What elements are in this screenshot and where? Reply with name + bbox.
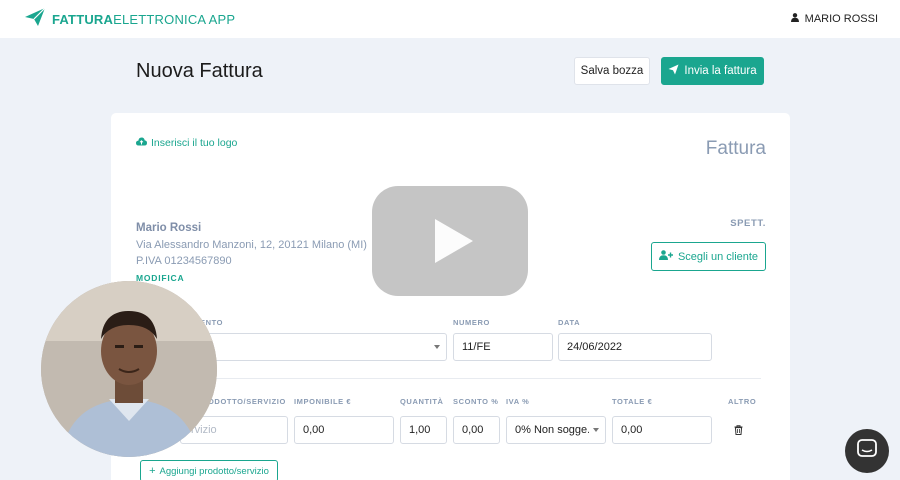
brand-name: FATTURAELETTRONICA APP [52,12,235,27]
presenter-image [41,281,217,457]
trash-icon[interactable] [734,422,743,440]
quantity-value: 1,00 [409,424,431,436]
send-invoice-button[interactable]: Invia la fattura [661,57,764,85]
chat-icon [857,438,877,464]
total-input[interactable]: 0,00 [612,416,712,444]
brand-name-light: ELETTRONICA APP [113,11,236,27]
brand-logo[interactable]: FATTURAELETTRONICA APP [24,7,235,32]
paper-plane-icon [668,64,679,78]
total-value: 0,00 [621,424,643,436]
presenter-webcam [41,281,217,457]
upload-logo-link[interactable]: Inserisci il tuo logo [136,137,237,149]
add-product-button[interactable]: + Aggiungi prodotto/servizio [140,460,278,480]
youtube-play-icon[interactable] [372,186,528,296]
cloud-upload-icon [136,137,147,149]
user-plus-icon [658,250,673,263]
column-vat: IVA % [506,397,530,406]
column-taxable: IMPONIBILE € [294,397,352,406]
document-type-select[interactable] [190,333,447,361]
plus-icon: + [149,464,156,477]
taxable-input[interactable]: 0,00 [294,416,394,444]
document-type-title: Fattura [705,138,766,159]
chevron-down-icon [434,345,440,349]
column-product: ODOTTO/SERVIZIO [208,397,286,406]
date-value: 24/06/2022 [567,341,623,353]
top-bar: FATTURAELETTRONICA APP MARIO ROSSI [0,0,900,38]
column-discount: SCONTO % [453,397,499,406]
choose-client-label: Scegli un cliente [677,250,759,263]
vat-select[interactable]: 0% Non sogge... [506,416,606,444]
seller-address: Via Alessandro Manzoni, 12, 20121 Milano… [136,239,367,251]
seller-name: Mario Rossi [136,222,202,234]
column-quantity: QUANTITÀ [400,397,444,406]
chevron-down-icon [593,428,599,432]
send-invoice-label: Invia la fattura [684,65,757,77]
recipient-label: SPETT. [730,218,766,229]
upload-logo-label: Inserisci il tuo logo [151,137,238,149]
chat-button[interactable] [845,429,889,473]
save-draft-button[interactable]: Salva bozza [574,57,650,85]
column-total: TOTALE € [612,397,653,406]
choose-client-button[interactable]: Scegli un cliente [651,242,766,271]
vat-value: 0% Non sogge... [515,424,589,436]
number-value: 11/FE [462,341,491,353]
seller-vat: P.IVA 01234567890 [136,255,232,267]
discount-input[interactable]: 0,00 [453,416,500,444]
brand-name-bold: FATTURA [52,11,114,27]
section-divider [136,378,761,379]
user-menu[interactable]: MARIO ROSSI [790,13,878,25]
paper-plane-logo-icon [24,7,46,32]
date-input[interactable]: 24/06/2022 [558,333,712,361]
user-icon [790,13,799,25]
add-product-label: Aggiungi prodotto/servizio [159,465,269,477]
column-other: ALTRO [728,397,757,406]
date-label: DATA [558,318,581,327]
play-triangle [435,219,473,263]
user-name: MARIO ROSSI [804,13,878,25]
page-title: Nuova Fattura [136,60,263,82]
discount-value: 0,00 [462,424,484,436]
taxable-value: 0,00 [303,424,325,436]
quantity-input[interactable]: 1,00 [400,416,447,444]
number-input[interactable]: 11/FE [453,333,553,361]
number-label: NUMERO [453,318,490,327]
